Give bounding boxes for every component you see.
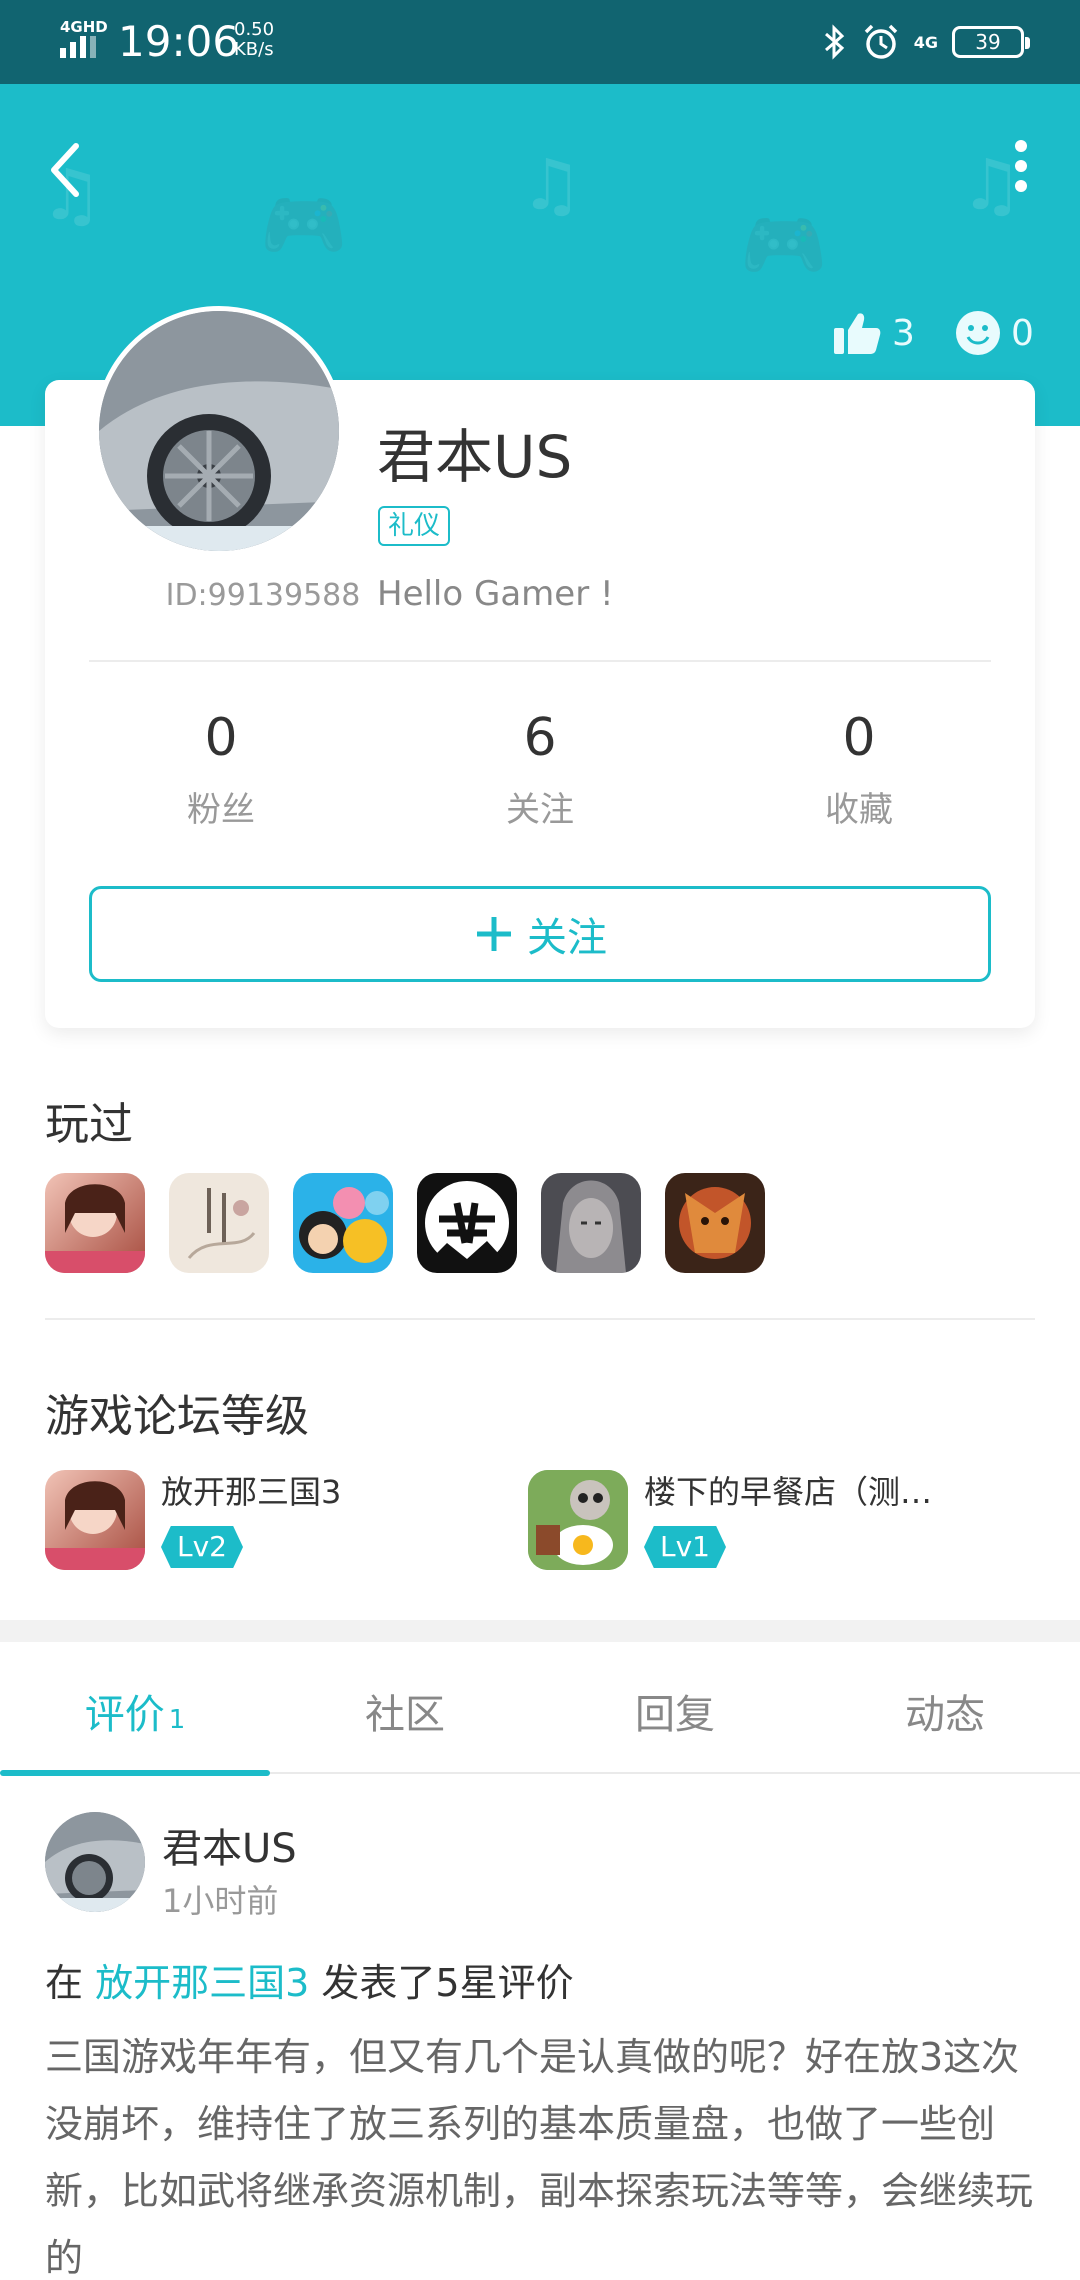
smile-icon — [956, 311, 1000, 355]
stat-value: 0 — [204, 708, 238, 768]
gamepad-decor-icon: 🎮 — [260, 184, 348, 266]
music-note-decor-icon: ♫ — [520, 144, 583, 226]
forum-game-icon — [45, 1470, 145, 1570]
tab-label: 回复 — [635, 1692, 715, 1738]
forum-game-icon — [528, 1470, 628, 1570]
thumbs-up-icon — [834, 313, 881, 354]
review-game-link[interactable]: 放开那三国3 — [95, 1961, 309, 2005]
avatar[interactable] — [94, 306, 344, 556]
network-speed: 0.50 KB/s — [234, 20, 274, 60]
level-badge: Lv1 — [644, 1526, 726, 1568]
tab-label: 动态 — [905, 1692, 985, 1738]
game-5-icon — [556, 1180, 626, 1273]
forum-item[interactable]: 放开那三国3 Lv2 — [45, 1470, 341, 1570]
content-tabs: 评价 1 社区 回复 动态 — [0, 1642, 1080, 1776]
stat-label: 收藏 — [825, 790, 893, 830]
stat-favorites[interactable]: 0 收藏 — [749, 708, 969, 831]
review-headline: 在 放开那三国3 发表了5星评价 — [45, 1952, 574, 2007]
like-count: 3 — [892, 312, 915, 354]
divider — [45, 1318, 1035, 1320]
tab-community[interactable]: 社区 — [270, 1682, 540, 1740]
game-2-icon — [187, 1188, 256, 1259]
username: 君本US — [377, 423, 573, 491]
stat-label: 粉丝 — [187, 790, 255, 830]
follow-label: 关注 — [527, 915, 607, 961]
status-bar: 4GHD 19:06 0.50 KB/s 4G 39 — [0, 0, 1080, 84]
mobile-data-icon: 4G — [913, 32, 938, 52]
alarm-icon — [864, 24, 897, 59]
bio: Hello Gamer ! — [377, 574, 614, 614]
game-1-icon — [45, 1184, 145, 1273]
review-time: 1小时前 — [162, 1882, 279, 1920]
tab-label: 社区 — [365, 1692, 445, 1738]
stat-following[interactable]: 6 关注 — [430, 708, 650, 831]
tab-indicator — [0, 1770, 270, 1776]
clock: 19:06 — [118, 17, 240, 66]
like-stat[interactable]: 3 — [832, 310, 915, 356]
car-avatar-image — [45, 1812, 145, 1912]
game-breakfast-icon — [528, 1470, 628, 1570]
forum-level-title: 游戏论坛等级 — [45, 1391, 309, 1442]
battery-level: 39 — [975, 30, 1001, 54]
tab-replies[interactable]: 回复 — [540, 1682, 810, 1740]
bluetooth-icon — [824, 24, 844, 60]
level-badge: Lv2 — [161, 1526, 243, 1568]
user-id: ID:99139588 — [165, 578, 361, 613]
game-1-icon — [45, 1481, 145, 1570]
follow-button[interactable]: 关注 — [89, 886, 991, 982]
battery-icon: 39 — [952, 26, 1030, 58]
speed-unit: KB/s — [234, 39, 274, 60]
divider — [89, 660, 991, 662]
more-options-button[interactable] — [1006, 140, 1036, 200]
review-suffix: 发表了5星评价 — [321, 1961, 574, 2005]
game-icon[interactable] — [169, 1173, 269, 1273]
review-prefix: 在 — [45, 1961, 84, 2005]
played-games-list — [45, 1173, 765, 1273]
tab-count: 1 — [168, 1705, 186, 1735]
signal-icon — [60, 36, 96, 58]
played-title: 玩过 — [45, 1099, 133, 1150]
status-icons: 4G 39 — [822, 20, 1030, 64]
forum-game-name: 楼下的早餐店（测… — [644, 1473, 933, 1511]
stat-fans[interactable]: 0 粉丝 — [111, 708, 331, 831]
smile-stat[interactable]: 0 — [955, 310, 1034, 356]
plus-icon — [477, 917, 511, 951]
game-4-icon — [425, 1181, 509, 1265]
review-author-name[interactable]: 君本US — [162, 1816, 297, 1874]
forum-game-name: 放开那三国3 — [161, 1473, 342, 1511]
game-icon[interactable] — [541, 1173, 641, 1273]
game-icon[interactable] — [45, 1173, 145, 1273]
forum-item[interactable]: 楼下的早餐店（测… Lv1 — [528, 1470, 932, 1570]
section-separator — [0, 1620, 1080, 1642]
smile-count: 0 — [1011, 312, 1034, 354]
stat-label: 关注 — [506, 790, 574, 830]
back-button[interactable] — [40, 132, 96, 208]
tab-activity[interactable]: 动态 — [810, 1682, 1080, 1740]
game-icon[interactable] — [665, 1173, 765, 1273]
car-avatar-image — [99, 311, 339, 551]
game-6-icon — [679, 1187, 751, 1259]
speed-value: 0.50 — [234, 19, 275, 40]
review-author-avatar[interactable] — [45, 1812, 145, 1912]
game-icon[interactable] — [293, 1173, 393, 1273]
gamepad-decor-icon: 🎮 — [740, 204, 828, 286]
game-3-icon — [299, 1187, 389, 1263]
game-icon[interactable] — [417, 1173, 517, 1273]
tab-label: 评价 — [84, 1692, 165, 1738]
tab-reviews[interactable]: 评价 1 — [0, 1682, 270, 1740]
title-badge[interactable]: 礼仪 — [378, 506, 451, 546]
stat-value: 0 — [842, 708, 876, 768]
stat-value: 6 — [523, 708, 557, 768]
review-body: 三国游戏年年有，但又有几个是认真做的呢？好在放3这次没崩坏，维持住了放三系列的基… — [45, 2035, 1034, 2280]
